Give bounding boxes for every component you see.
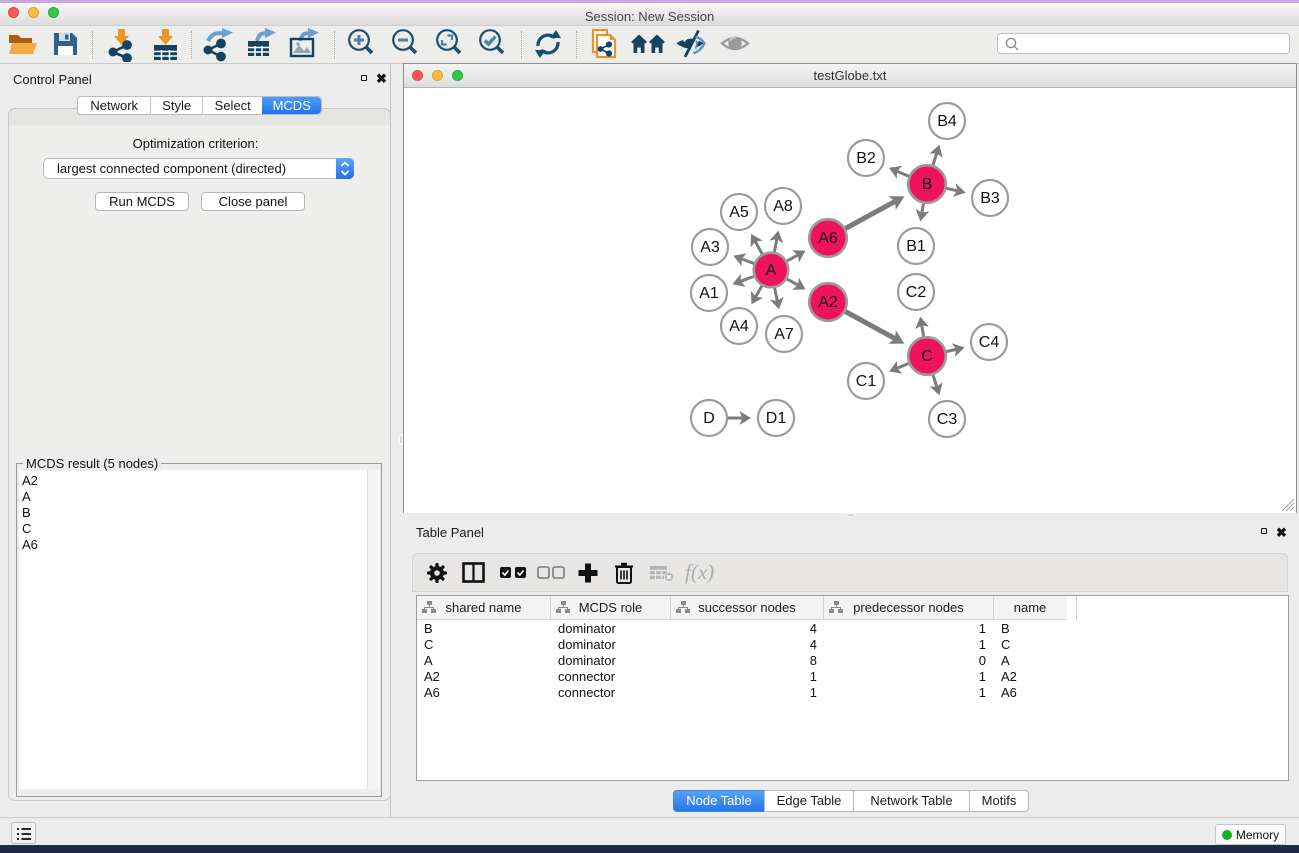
- svg-text:C4: C4: [979, 334, 1000, 351]
- svg-text:A5: A5: [729, 204, 749, 221]
- svg-text:C3: C3: [937, 411, 958, 428]
- svg-text:B3: B3: [980, 190, 1000, 207]
- svg-text:D: D: [703, 410, 715, 427]
- svg-text:A3: A3: [700, 239, 720, 256]
- svg-text:A4: A4: [729, 318, 749, 335]
- svg-text:B: B: [922, 176, 933, 193]
- svg-text:A2: A2: [818, 294, 838, 311]
- svg-text:D1: D1: [766, 410, 787, 427]
- svg-text:B4: B4: [937, 113, 957, 130]
- svg-text:B1: B1: [906, 238, 926, 255]
- svg-text:C: C: [921, 348, 933, 365]
- svg-text:B2: B2: [856, 150, 876, 167]
- svg-text:A7: A7: [774, 326, 794, 343]
- svg-text:A1: A1: [699, 285, 719, 302]
- svg-text:A8: A8: [773, 198, 793, 215]
- svg-text:C1: C1: [856, 373, 877, 390]
- svg-text:C2: C2: [906, 284, 927, 301]
- svg-text:A6: A6: [818, 230, 838, 247]
- svg-text:A: A: [766, 262, 777, 279]
